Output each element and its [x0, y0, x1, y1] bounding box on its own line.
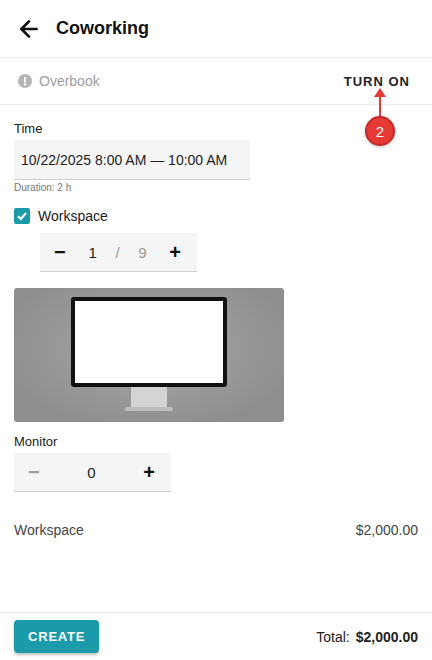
annotation-badge: 2: [365, 116, 395, 146]
total-value: $2,000.00: [356, 629, 418, 645]
header: Coworking: [0, 0, 432, 58]
turn-on-button[interactable]: TURN ON: [344, 70, 410, 93]
quantity-value[interactable]: 0: [87, 464, 95, 481]
decrement-button: −: [24, 462, 44, 482]
decrement-button[interactable]: −: [50, 242, 70, 262]
checkbox[interactable]: [14, 208, 30, 224]
total: Total: $2,000.00: [316, 629, 418, 645]
product-image: [14, 288, 284, 422]
option-label: Monitor: [14, 434, 418, 449]
booking-panel: CoworkingOverbookTURN ON2Time10/22/2025 …: [0, 0, 432, 660]
footer: CREATE Total: $2,000.00: [0, 612, 432, 660]
option-checkbox-row[interactable]: Workspace: [14, 208, 418, 224]
option-label: Workspace: [38, 208, 108, 224]
back-button[interactable]: [16, 16, 42, 42]
summary-price: $2,000.00: [356, 522, 418, 538]
back-arrow-icon: [16, 16, 42, 42]
duration-hint: Duration: 2 h: [14, 182, 418, 193]
form-body: Time 10/22/2025 8:00 AM — 10:00 AM Duratio…: [0, 105, 432, 612]
overbook-label: Overbook: [39, 73, 344, 89]
monitor-image-icon: [69, 293, 229, 417]
summary-row: Workspace $2,000.00: [14, 522, 418, 538]
overbook-row: OverbookTURN ON2: [0, 58, 432, 105]
check-icon: [16, 210, 28, 222]
quantity-max: 9: [138, 244, 146, 261]
increment-button[interactable]: +: [165, 242, 185, 262]
increment-button[interactable]: +: [139, 462, 159, 482]
title: Coworking: [56, 18, 149, 39]
quantity-value[interactable]: 1: [88, 244, 96, 261]
quantity-stepper: − 0 +: [14, 453, 171, 492]
quantity-stepper: − 1 / 9 +: [40, 233, 197, 272]
alert-icon: [18, 74, 32, 88]
quantity-separator: /: [115, 244, 119, 261]
annotation: 2: [365, 88, 395, 146]
annotation-arrow-icon: [374, 88, 386, 116]
time-label: Time: [14, 121, 418, 136]
summary-label: Workspace: [14, 522, 84, 538]
create-button[interactable]: CREATE: [14, 620, 99, 653]
total-label: Total:: [316, 629, 349, 645]
time-field[interactable]: 10/22/2025 8:00 AM — 10:00 AM: [14, 140, 250, 180]
